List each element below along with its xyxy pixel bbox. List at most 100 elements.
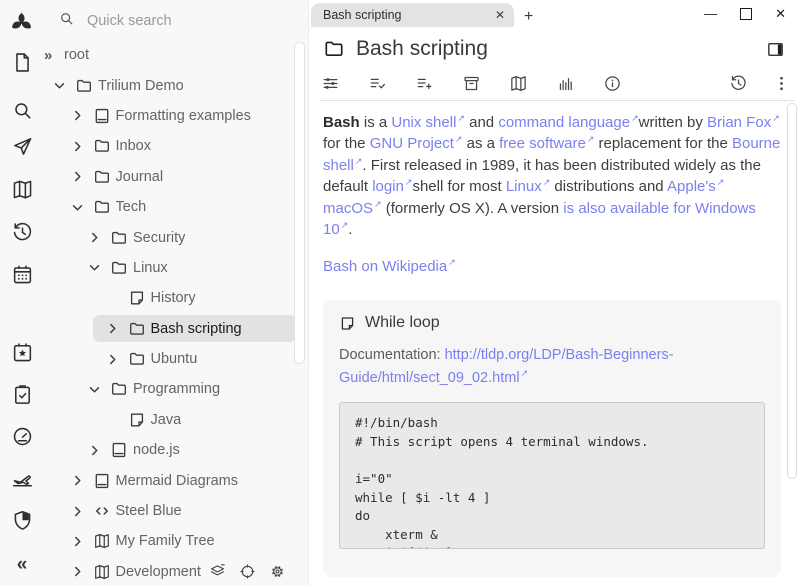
info-icon[interactable] <box>603 74 622 93</box>
note-map-icon[interactable] <box>7 174 37 204</box>
list-plus-icon[interactable] <box>415 74 434 93</box>
tree-item-linux[interactable]: Linux <box>40 253 308 283</box>
tree-item-inner[interactable]: History <box>93 285 297 312</box>
tree-item-history[interactable]: History <box>40 283 308 313</box>
tree-item-inner[interactable]: »root <box>40 42 296 69</box>
shield-icon[interactable] <box>7 505 37 535</box>
chevron-down-icon[interactable] <box>52 78 67 93</box>
tab-close-icon[interactable]: ✕ <box>495 8 505 22</box>
tree-item-development[interactable]: Development <box>40 557 308 585</box>
gear-icon[interactable] <box>269 563 286 580</box>
collapse-tree-icon[interactable]: « <box>7 550 37 580</box>
sliders-icon[interactable] <box>321 74 340 93</box>
expand-guillemet-icon[interactable]: » <box>44 48 59 63</box>
note-title[interactable]: Bash scripting <box>356 37 755 61</box>
tree-item-steel-blue[interactable]: Steel Blue <box>40 496 308 526</box>
locate-icon[interactable] <box>239 563 256 580</box>
chevron-right-icon[interactable] <box>70 473 85 488</box>
inline-link[interactable]: macOS↗ <box>323 200 382 217</box>
chevron-right-icon[interactable] <box>70 504 85 519</box>
tree-item-inner[interactable]: Trilium Demo <box>40 72 296 99</box>
tree-item-inner[interactable]: Tech <box>58 194 297 221</box>
tree-item-my-family-tree[interactable]: My Family Tree <box>40 526 308 556</box>
tree-item-inner[interactable]: node.js <box>75 437 296 464</box>
new-tab-button[interactable]: + <box>524 8 533 26</box>
tree-item-formatting-examples[interactable]: Formatting examples <box>40 101 308 131</box>
chevron-right-icon[interactable] <box>70 139 85 154</box>
tree-item-inner[interactable]: Linux <box>75 254 296 281</box>
layers-icon[interactable] <box>209 563 226 580</box>
tree-item-inner[interactable]: Inbox <box>58 133 297 160</box>
chevron-right-icon[interactable] <box>105 352 120 367</box>
inline-link[interactable]: Apple's↗ <box>667 178 724 195</box>
map-icon[interactable] <box>509 74 528 93</box>
chevron-right-icon[interactable] <box>87 443 102 458</box>
tree-item-ubuntu[interactable]: Ubuntu <box>40 344 308 374</box>
search-icon[interactable] <box>7 95 37 125</box>
tree-item-root[interactable]: »root <box>40 40 308 70</box>
inline-link[interactable]: login↗ <box>372 178 412 195</box>
recent-changes-icon[interactable] <box>7 217 37 247</box>
jump-to-note-icon[interactable] <box>7 131 37 161</box>
wikipedia-link[interactable]: Bash on Wikipedia↗ <box>323 258 456 275</box>
tree-item-node-js[interactable]: node.js <box>40 435 308 465</box>
chevron-down-icon[interactable] <box>87 260 102 275</box>
tree-item-inner[interactable]: Ubuntu <box>93 346 297 373</box>
chevron-right-icon[interactable] <box>87 230 102 245</box>
trilium-logo-icon[interactable] <box>7 7 37 37</box>
inline-link[interactable]: free software↗ <box>499 135 594 152</box>
task-manager-icon[interactable] <box>7 379 37 409</box>
tree-item-inner[interactable]: Development <box>58 558 297 585</box>
tab-bash-scripting[interactable]: Bash scripting ✕ <box>311 3 514 27</box>
dots-vertical-icon[interactable] <box>772 74 791 93</box>
tree-item-programming[interactable]: Programming <box>40 374 308 404</box>
today-icon[interactable] <box>7 337 37 367</box>
tree-item-inner[interactable]: Steel Blue <box>58 498 297 525</box>
inline-link[interactable]: Linux↗ <box>506 178 550 195</box>
new-note-icon[interactable] <box>7 47 37 77</box>
inline-link[interactable]: GNU Project↗ <box>370 135 463 152</box>
code-block[interactable]: #!/bin/bash # This script opens 4 termin… <box>339 402 765 549</box>
tree-item-inner[interactable]: My Family Tree <box>58 528 297 555</box>
tree-item-inner[interactable]: Bash scripting <box>93 315 297 342</box>
tree-item-inner[interactable]: Java <box>93 406 297 433</box>
content-scrollbar-thumb[interactable] <box>787 103 797 479</box>
chevron-right-icon[interactable] <box>70 534 85 549</box>
chevron-down-icon[interactable] <box>87 382 102 397</box>
maximize-button[interactable] <box>740 8 752 20</box>
chevron-right-icon[interactable] <box>70 169 85 184</box>
card-title[interactable]: While loop <box>365 312 440 335</box>
chevron-right-icon[interactable] <box>70 564 85 579</box>
bar-chart-icon[interactable] <box>556 74 575 93</box>
recent-changes-icon[interactable] <box>729 74 748 93</box>
tree-item-inbox[interactable]: Inbox <box>40 131 308 161</box>
tree-item-inner[interactable]: Journal <box>58 163 297 190</box>
tree-item-inner[interactable]: Mermaid Diagrams <box>58 467 297 494</box>
tree-item-java[interactable]: Java <box>40 405 308 435</box>
chevron-right-icon[interactable] <box>105 321 120 336</box>
inline-link[interactable]: Unix shell↗ <box>391 114 465 131</box>
travel-icon[interactable] <box>7 463 37 493</box>
chevron-down-icon[interactable] <box>70 200 85 215</box>
tree-item-tech[interactable]: Tech <box>40 192 308 222</box>
quick-search[interactable]: Quick search <box>58 7 298 35</box>
minimize-button[interactable]: — <box>704 7 717 20</box>
note-content[interactable]: Bash is a Unix shell↗ and command langua… <box>309 100 786 585</box>
inline-link[interactable]: command language↗ <box>498 114 638 131</box>
dashboard-icon[interactable] <box>7 421 37 451</box>
right-pane-toggle-icon[interactable] <box>766 40 785 59</box>
archive-icon[interactable] <box>462 74 481 93</box>
inline-link[interactable]: Brian Fox↗ <box>707 114 780 131</box>
tree-scrollbar-thumb[interactable] <box>294 42 305 364</box>
calendar-icon[interactable] <box>7 259 37 289</box>
tree-item-inner[interactable]: Security <box>75 224 296 251</box>
chevron-right-icon[interactable] <box>70 108 85 123</box>
tree-item-security[interactable]: Security <box>40 222 308 252</box>
list-check-icon[interactable] <box>368 74 387 93</box>
tree-item-trilium-demo[interactable]: Trilium Demo <box>40 70 308 100</box>
close-button[interactable]: ✕ <box>775 7 786 20</box>
tree-item-bash-scripting[interactable]: Bash scripting <box>40 314 308 344</box>
tree-item-inner[interactable]: Formatting examples <box>58 102 297 129</box>
tree-item-mermaid-diagrams[interactable]: Mermaid Diagrams <box>40 465 308 495</box>
tree-item-inner[interactable]: Programming <box>75 376 296 403</box>
